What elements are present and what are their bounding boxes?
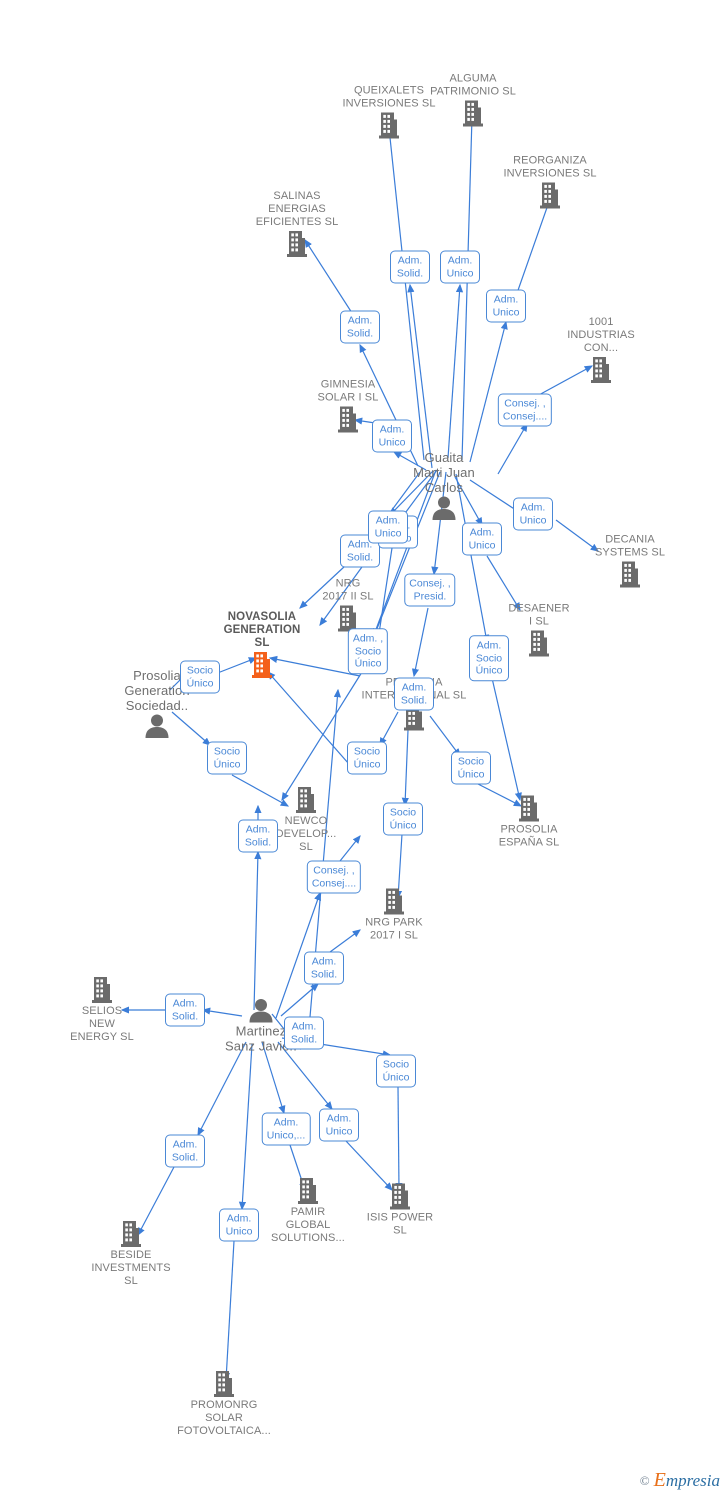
edge-label-martinez-to-nrgpark[interactable]: Adm. Solid. <box>304 951 344 985</box>
watermark: © Empresia <box>640 1469 720 1492</box>
building-icon <box>246 786 366 814</box>
edge-label-prosolia_int-to-novasolia[interactable]: Socio Único <box>347 741 387 775</box>
node-label: NRG 2017 II SL <box>322 577 374 603</box>
building-icon <box>164 1370 284 1398</box>
edge-label-martinez-to-prosolia_int[interactable]: Consej. , Consej.... <box>306 860 362 894</box>
building-icon <box>413 100 533 128</box>
edge-label-prosolia_int-to-prosolia_esp[interactable]: Socio Único <box>451 751 491 785</box>
graph-node-guaita[interactable]: Guaita Marti Juan Carlos <box>384 450 504 520</box>
building-icon <box>490 182 610 210</box>
node-label: REORGANIZA INVERSIONES SL <box>503 154 597 180</box>
edge-label-martinez-to-isis2[interactable]: Adm. Unico <box>319 1108 359 1142</box>
node-label: SELIOS NEW ENERGY SL <box>70 1005 134 1043</box>
edge-label-prosolia_int-to-adm_solid_mid[interactable]: Adm. Solid. <box>394 677 434 711</box>
edge-label-martinez-to-selios[interactable]: Adm. Solid. <box>165 993 205 1027</box>
node-label: 1001 INDUSTRIAS CON... <box>567 316 635 354</box>
graph-node-salinas[interactable]: SALINAS ENERGIAS EFICIENTES SL <box>237 190 357 258</box>
node-label: BESIDE INVESTMENTS SL <box>91 1249 171 1287</box>
copyright-symbol: © <box>639 1472 650 1488</box>
edge-label-martinez-to-beside[interactable]: Adm. Solid. <box>165 1134 205 1168</box>
node-label: GIMNESIA SOLAR I SL <box>317 378 379 404</box>
edge-label-guaita-to-desaener[interactable]: Adm. Unico <box>462 522 502 556</box>
relationship-graph: QUEIXALETS INVERSIONES SL ALGUMA PATRIMO… <box>0 0 728 1500</box>
node-label: ISIS POWER SL <box>366 1211 434 1237</box>
edge-label-prosolia_int-to-nrgpark[interactable]: Socio Único <box>383 802 423 836</box>
edge-label-prosolia_gen-to-newco[interactable]: Socio Único <box>207 741 247 775</box>
node-label: ALGUMA PATRIMONIO SL <box>430 72 516 98</box>
edge-label-guaita-to-decania[interactable]: Adm. Unico <box>513 497 553 531</box>
graph-node-ind1001[interactable]: 1001 INDUSTRIAS CON... <box>541 316 661 384</box>
graph-node-isis[interactable]: ISIS POWER SL <box>340 1183 460 1238</box>
node-label: NOVASOLIA GENERATION SL <box>223 611 301 649</box>
graph-node-selios[interactable]: SELIOS NEW ENERGY SL <box>42 976 162 1044</box>
building-icon <box>237 230 357 258</box>
building-icon <box>541 356 661 384</box>
graph-node-beside[interactable]: BESIDE INVESTMENTS SL <box>71 1220 191 1288</box>
building-icon <box>340 1183 460 1211</box>
building-icon <box>71 1220 191 1248</box>
graph-node-reorganiza[interactable]: REORGANIZA INVERSIONES SL <box>490 155 610 210</box>
edge-label-guaita-to-novasolia[interactable]: Adm. , Socio Único <box>347 628 389 674</box>
edge-label-martinez-to-isis[interactable]: Socio Único <box>376 1054 416 1088</box>
edge-label-guaita-to-reorganiza[interactable]: Adm. Unico <box>486 289 526 323</box>
node-label: DESAENER I SL <box>508 602 570 628</box>
edge-label-martinez-to-pamir[interactable]: Adm. Unico,... <box>261 1112 311 1146</box>
edge-label-guaita-to-alguma[interactable]: Adm. Unico <box>440 250 480 284</box>
edge-label-martinez-to-nrg2017ii[interactable]: Adm. Solid. <box>284 1016 324 1050</box>
node-label: DECANIA SYSTEMS SL <box>594 533 666 559</box>
node-label: NRG PARK 2017 I SL <box>365 916 423 942</box>
edge-label-martinez-to-promonrg[interactable]: Adm. Unico <box>219 1208 259 1242</box>
graph-node-promonrg[interactable]: PROMONRG SOLAR FOTOVOLTAICA... <box>164 1370 284 1438</box>
person-icon <box>97 714 217 738</box>
building-icon <box>42 976 162 1004</box>
edge-label-prosolia_gen-to-novasolia[interactable]: Socio Único <box>180 660 220 694</box>
edge-label-guaita-to-gimnesia[interactable]: Adm. Unico <box>372 419 412 453</box>
graph-node-nrgpark[interactable]: NRG PARK 2017 I SL <box>334 888 454 943</box>
edge-label-guaita-to-prosolia_int2[interactable]: Adm. Socio Único <box>469 635 509 681</box>
building-icon <box>570 561 690 589</box>
graph-node-alguma[interactable]: ALGUMA PATRIMONIO SL <box>413 73 533 128</box>
node-label: SALINAS ENERGIAS EFICIENTES SL <box>255 190 339 228</box>
graph-node-decania[interactable]: DECANIA SYSTEMS SL <box>570 534 690 589</box>
building-icon <box>469 795 589 823</box>
brand-name: Empresia <box>653 1469 720 1491</box>
edge-label-martinez-to-newco[interactable]: Adm. Solid. <box>238 819 278 853</box>
node-label: PROMONRG SOLAR FOTOVOLTAICA... <box>177 1399 271 1437</box>
edge-label-guaita-to-queixalets[interactable]: Adm. Solid. <box>390 250 430 284</box>
edge-label-guaita-to-newco[interactable]: Adm. Unico <box>368 510 408 544</box>
graph-node-novasolia[interactable]: NOVASOLIA GENERATION SL <box>202 611 322 679</box>
node-label: Guaita Marti Juan Carlos <box>413 450 475 495</box>
node-label: PROSOLIA ESPAÑA SL <box>498 823 560 849</box>
edge-label-guaita-to-salinas[interactable]: Adm. Solid. <box>340 310 380 344</box>
edge-label-guaita-to-ind1001[interactable]: Consej. , Consej.... <box>497 393 553 427</box>
building-icon <box>202 651 322 679</box>
graph-node-prosolia_esp[interactable]: PROSOLIA ESPAÑA SL <box>469 795 589 850</box>
edge-label-guaita-to-prosolia_esp[interactable]: Consej. , Presid. <box>404 573 456 607</box>
